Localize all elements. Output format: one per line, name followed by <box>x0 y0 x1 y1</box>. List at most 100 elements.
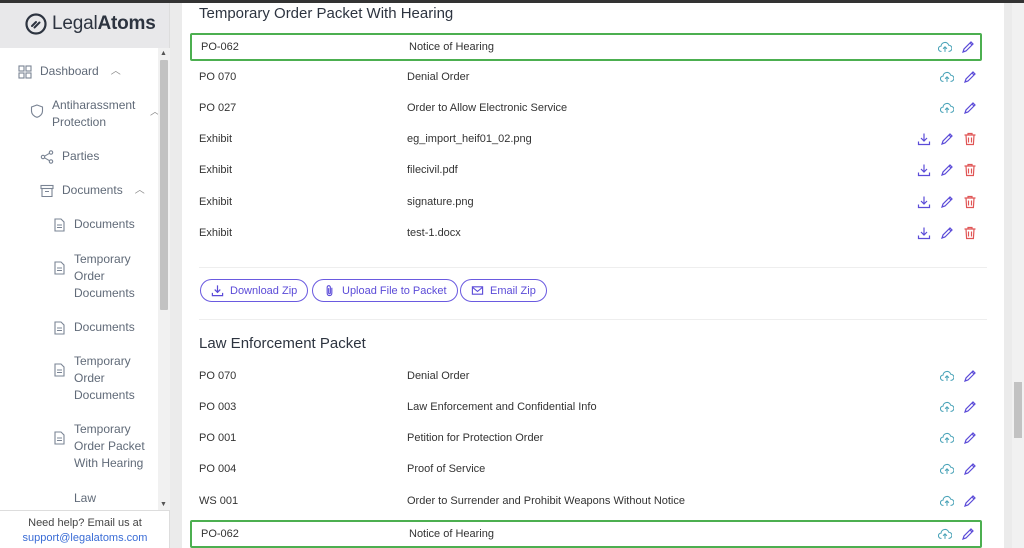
brand-logo[interactable]: LegalAtoms <box>0 0 169 48</box>
upload-cloud-icon[interactable] <box>938 527 952 541</box>
download-icon[interactable] <box>917 195 931 209</box>
upload-cloud-icon[interactable] <box>940 462 954 476</box>
table-row: Exhibit filecivil.pdf <box>190 156 982 184</box>
table-row: PO-062 Notice of Hearing <box>190 520 982 548</box>
upload-cloud-icon[interactable] <box>940 431 954 445</box>
chevron-up-icon[interactable]: ︿ <box>111 63 121 80</box>
button-label: Email Zip <box>490 284 536 297</box>
doc-code: WS 001 <box>199 495 239 507</box>
edit-pencil-icon[interactable] <box>940 132 954 146</box>
edit-pencil-icon[interactable] <box>963 70 977 84</box>
table-row: PO 003 Law Enforcement and Confidential … <box>190 393 982 421</box>
divider <box>199 319 987 320</box>
doc-name: Petition for Protection Order <box>407 432 544 444</box>
page-scroll-thumb[interactable] <box>1014 382 1022 438</box>
archive-icon <box>40 184 54 198</box>
shield-icon <box>30 104 44 118</box>
mail-icon <box>471 286 484 295</box>
share-icon <box>40 150 54 164</box>
support-email-link[interactable]: support@legalatoms.com <box>23 532 148 544</box>
sidebar-item-label: Dashboard <box>40 64 99 78</box>
sidebar-item-label: Law <box>74 491 97 505</box>
sidebar-item-documents-group[interactable]: Documents ︿ <box>40 182 145 199</box>
edit-pencil-icon[interactable] <box>963 101 977 115</box>
trash-icon[interactable] <box>963 226 977 240</box>
doc-code: PO 070 <box>199 370 237 382</box>
sidebar-item-dashboard[interactable]: Dashboard ︿ <box>18 63 121 80</box>
file-icon <box>54 321 65 335</box>
upload-cloud-icon[interactable] <box>940 494 954 508</box>
sidebar-scroll-thumb[interactable] <box>160 60 168 310</box>
edit-pencil-icon[interactable] <box>963 369 977 383</box>
download-icon[interactable] <box>917 132 931 146</box>
edit-pencil-icon[interactable] <box>963 462 977 476</box>
trash-icon[interactable] <box>963 195 977 209</box>
doc-name: eg_import_heif01_02.png <box>407 133 532 145</box>
sidebar-item-documents[interactable]: Documents <box>52 216 135 233</box>
page-scrollbar[interactable] <box>1012 0 1024 548</box>
edit-pencil-icon[interactable] <box>940 163 954 177</box>
scroll-up-arrow-icon[interactable]: ▲ <box>160 50 167 57</box>
doc-code: Exhibit <box>199 133 233 145</box>
sidebar-scrollbar[interactable]: ▲ ▼ <box>158 48 170 510</box>
edit-pencil-icon[interactable] <box>961 40 975 54</box>
sidebar-item-label: Documents <box>62 183 123 197</box>
table-row: PO 027 Order to Allow Electronic Service <box>190 94 982 122</box>
doc-name: Order to Surrender and Prohibit Weapons … <box>407 495 685 507</box>
trash-icon[interactable] <box>963 132 977 146</box>
chevron-up-icon[interactable]: ︿ <box>135 182 145 199</box>
upload-cloud-icon[interactable] <box>940 400 954 414</box>
upload-file-to-packet-button[interactable]: Upload File to Packet <box>312 279 458 302</box>
doc-code: PO 070 <box>199 71 237 83</box>
doc-code: PO 027 <box>199 102 237 114</box>
window-top-border <box>0 0 1024 3</box>
email-zip-button[interactable]: Email Zip <box>460 279 547 302</box>
doc-code: PO 001 <box>199 432 237 444</box>
sidebar-item-label: Temporary Order Documents <box>74 252 135 300</box>
edit-pencil-icon[interactable] <box>940 195 954 209</box>
sidebar-item-law[interactable]: Law <box>52 490 96 507</box>
sidebar-item-label: Temporary Order Documents <box>74 354 135 402</box>
divider <box>199 267 987 268</box>
edit-pencil-icon[interactable] <box>961 527 975 541</box>
sidebar-item-parties[interactable]: Parties <box>40 148 99 165</box>
sidebar-item-temporary-order-documents-2[interactable]: Temporary Order Documents <box>52 353 142 404</box>
packet-title: Law Enforcement Packet <box>199 335 366 352</box>
download-icon[interactable] <box>917 163 931 177</box>
sidebar-item-label: Antiharassment Protection <box>52 98 136 129</box>
chevron-up-icon[interactable]: ︿ <box>150 104 158 121</box>
upload-cloud-icon[interactable] <box>940 70 954 84</box>
table-row: Exhibit signature.png <box>190 188 982 216</box>
download-icon[interactable] <box>917 226 931 240</box>
edit-pencil-icon[interactable] <box>963 494 977 508</box>
upload-cloud-icon[interactable] <box>940 369 954 383</box>
sidebar-item-temporary-order-packet-with-hearing[interactable]: Temporary Order Packet With Hearing <box>52 421 146 472</box>
table-row: PO 001 Petition for Protection Order <box>190 424 982 452</box>
edit-pencil-icon[interactable] <box>963 400 977 414</box>
trash-icon[interactable] <box>963 163 977 177</box>
file-icon <box>54 363 65 377</box>
edit-pencil-icon[interactable] <box>940 226 954 240</box>
doc-code: PO-062 <box>201 528 239 540</box>
legalatoms-logo-icon <box>25 13 47 35</box>
sidebar-nav: Dashboard ︿ Antiharassment Protection ︿ … <box>0 48 158 510</box>
download-zip-button[interactable]: Download Zip <box>200 279 309 302</box>
sidebar-item-documents-2[interactable]: Documents <box>52 319 135 336</box>
scroll-down-arrow-icon[interactable]: ▼ <box>160 501 167 508</box>
doc-name: signature.png <box>407 196 474 208</box>
doc-name: Notice of Hearing <box>409 41 494 53</box>
doc-code: PO 004 <box>199 463 237 475</box>
sidebar-item-label: Documents <box>74 320 135 334</box>
doc-name: Notice of Hearing <box>409 528 494 540</box>
table-row: PO 070 Denial Order <box>190 63 982 91</box>
doc-name: filecivil.pdf <box>407 164 458 176</box>
packet-title: Temporary Order Packet With Hearing <box>199 5 454 22</box>
upload-cloud-icon[interactable] <box>940 101 954 115</box>
sidebar-item-temporary-order-documents[interactable]: Temporary Order Documents <box>52 251 142 302</box>
table-row: Exhibit eg_import_heif01_02.png <box>190 125 982 153</box>
upload-cloud-icon[interactable] <box>938 40 952 54</box>
sidebar-item-label: Temporary Order Packet With Hearing <box>74 422 145 470</box>
edit-pencil-icon[interactable] <box>963 431 977 445</box>
file-icon <box>54 431 65 445</box>
sidebar-item-antiharassment[interactable]: Antiharassment Protection ︿ <box>30 97 158 131</box>
